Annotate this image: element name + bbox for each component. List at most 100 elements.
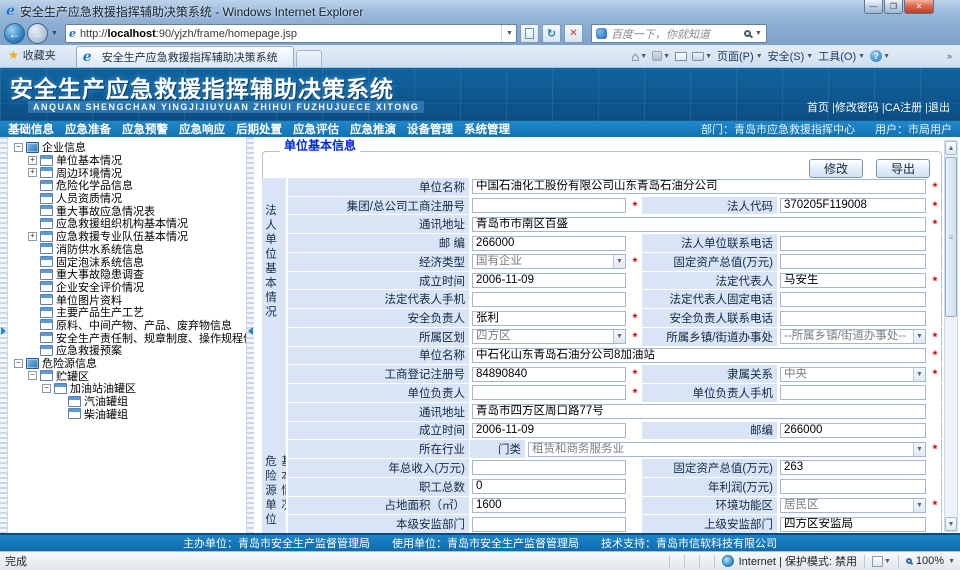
text-input[interactable]: 266000 — [780, 423, 926, 438]
menu-item[interactable]: 应急评估 — [293, 121, 339, 137]
select-input[interactable]: 四方区▼ — [472, 329, 626, 344]
mail-button[interactable] — [675, 52, 687, 61]
browser-tab[interactable]: e 安全生产应急救援指挥辅助决策系统 — [76, 46, 294, 67]
tree-collapse-icon[interactable]: − — [14, 359, 23, 368]
header-link[interactable]: 退出 — [928, 102, 950, 114]
menu-item[interactable]: 基础信息 — [8, 121, 54, 137]
select-input[interactable]: 国有企业▼ — [472, 254, 626, 269]
select-input[interactable]: --所属乡镇/街道办事处--▼ — [780, 329, 926, 344]
tree-item[interactable]: 柴油罐组 — [8, 407, 246, 420]
text-input[interactable]: 266000 — [472, 236, 626, 251]
text-input[interactable]: 263 — [780, 460, 926, 475]
scroll-up-button[interactable]: ▲ — [945, 141, 957, 155]
tree-expand-icon[interactable]: + — [28, 232, 37, 241]
header-link[interactable]: 首页 — [807, 102, 829, 114]
compatibility-view-button[interactable] — [520, 24, 539, 43]
select-input[interactable]: 中央▼ — [780, 367, 926, 382]
tree-expand-icon[interactable]: + — [28, 156, 37, 165]
maximize-button[interactable]: ❐ — [884, 0, 903, 14]
text-input[interactable] — [780, 311, 926, 326]
tree-collapse-icon[interactable]: − — [42, 384, 51, 393]
feeds-button[interactable]: ▼ — [652, 51, 670, 61]
safety-menu[interactable]: 安全(S)▼ — [768, 48, 814, 64]
address-bar[interactable]: e http://localhost:90/yjzh/frame/homepag… — [65, 24, 517, 43]
help-menu[interactable]: ?▼ — [870, 50, 890, 62]
text-input[interactable] — [780, 385, 926, 400]
print-button[interactable]: ▼ — [692, 52, 712, 61]
menu-item[interactable]: 后期处置 — [236, 121, 282, 137]
modify-button[interactable]: 修改 — [809, 159, 863, 178]
text-input[interactable] — [780, 292, 926, 307]
text-input[interactable] — [472, 385, 626, 400]
home-button[interactable]: ⌂▼ — [631, 51, 647, 62]
text-input[interactable]: 370205F119008 — [780, 198, 926, 213]
close-button[interactable]: ✕ — [904, 0, 934, 14]
recent-pages-dropdown[interactable]: ▼ — [48, 30, 61, 37]
vertical-scrollbar[interactable]: ▲ ≡ ▼ — [944, 140, 958, 532]
address-dropdown[interactable]: ▼ — [501, 25, 513, 42]
select-input[interactable]: 租赁和商务服务业▼ — [528, 442, 926, 457]
splitter-expand-icon[interactable] — [1, 327, 6, 335]
page-view-button[interactable]: ▼ — [872, 556, 891, 567]
text-input[interactable]: 中石化山东青岛石油分公司8加油站 — [472, 348, 926, 363]
header-link[interactable]: 修改密码 — [835, 102, 879, 114]
text-input[interactable] — [780, 254, 926, 269]
overflow-chevron[interactable]: » — [947, 51, 952, 61]
left-splitter[interactable] — [0, 137, 7, 533]
text-input[interactable]: 马安生 — [780, 273, 926, 288]
select-input[interactable]: 居民区▼ — [780, 498, 926, 513]
menu-item[interactable]: 应急推演 — [350, 121, 396, 137]
tree-collapse-icon[interactable]: − — [28, 371, 37, 380]
text-input[interactable]: 2006-11-09 — [472, 273, 626, 288]
text-input[interactable] — [780, 479, 926, 494]
text-input[interactable] — [472, 460, 626, 475]
text-input[interactable]: 1600 — [472, 498, 626, 513]
tree-collapse-icon[interactable]: − — [14, 143, 23, 152]
text-input[interactable] — [472, 517, 626, 532]
header-link[interactable]: CA注册 — [885, 102, 922, 114]
tree-item[interactable]: 危险化学品信息 — [8, 179, 246, 192]
search-input[interactable]: 百度一下，你就知道 — [611, 26, 740, 42]
text-input[interactable]: 2006-11-09 — [472, 423, 626, 438]
menu-item[interactable]: 应急准备 — [65, 121, 111, 137]
text-input[interactable]: 中国石油化工股份有限公司山东青岛石油分公司 — [472, 179, 926, 194]
text-input[interactable]: 青岛市市南区百盛 — [472, 217, 926, 232]
text-input[interactable] — [472, 198, 626, 213]
search-box[interactable]: 百度一下，你就知道 ▼ — [591, 24, 767, 43]
text-input[interactable]: 84890840 — [472, 367, 626, 382]
refresh-button[interactable]: ↻ — [542, 24, 561, 43]
export-button[interactable]: 导出 — [876, 159, 930, 178]
zoom-control[interactable]: 100% ▼ — [906, 555, 955, 567]
text-input[interactable]: 0 — [472, 479, 626, 494]
menu-item[interactable]: 应急预警 — [122, 121, 168, 137]
tools-menu[interactable]: 工具(O)▼ — [818, 48, 865, 64]
splitter-collapse-icon[interactable] — [248, 327, 253, 335]
tree-item[interactable]: −企业信息 — [8, 141, 246, 154]
back-button[interactable]: ← — [4, 23, 25, 44]
new-tab-button[interactable] — [296, 50, 322, 67]
text-input[interactable]: 张利 — [472, 311, 626, 326]
tree-item[interactable]: +单位基本情况 — [8, 154, 246, 167]
zoom-dropdown[interactable]: ▼ — [948, 558, 955, 565]
favorites-button[interactable]: ★ 收藏夹 — [6, 44, 62, 67]
text-input[interactable] — [472, 292, 626, 307]
minimize-button[interactable]: — — [864, 0, 883, 14]
page-menu[interactable]: 页面(P)▼ — [717, 48, 763, 64]
text-input[interactable]: 四方区安监局 — [780, 517, 926, 532]
scrollbar-thumb[interactable]: ≡ — [945, 157, 957, 317]
forward-button[interactable]: → — [27, 23, 48, 44]
menu-item[interactable]: 应急响应 — [179, 121, 225, 137]
text-input[interactable] — [780, 236, 926, 251]
url-text[interactable]: http://localhost:90/yjzh/frame/homepage.… — [80, 28, 501, 40]
tree-splitter[interactable] — [247, 137, 254, 533]
search-icon[interactable] — [744, 30, 751, 37]
tree-expand-icon[interactable]: + — [28, 168, 37, 177]
tree-item[interactable]: 安全生产责任制、规章制度、操作规程信息 — [8, 331, 246, 344]
scroll-down-button[interactable]: ▼ — [945, 517, 957, 531]
menu-item[interactable]: 系统管理 — [464, 121, 510, 137]
menu-item[interactable]: 设备管理 — [407, 121, 453, 137]
text-input[interactable]: 青岛市四方区周口路77号 — [472, 404, 926, 419]
tree-item[interactable]: −危险源信息 — [8, 357, 246, 370]
tree-item[interactable]: 企业安全评价情况 — [8, 281, 246, 294]
stop-button[interactable]: ✕ — [564, 24, 583, 43]
